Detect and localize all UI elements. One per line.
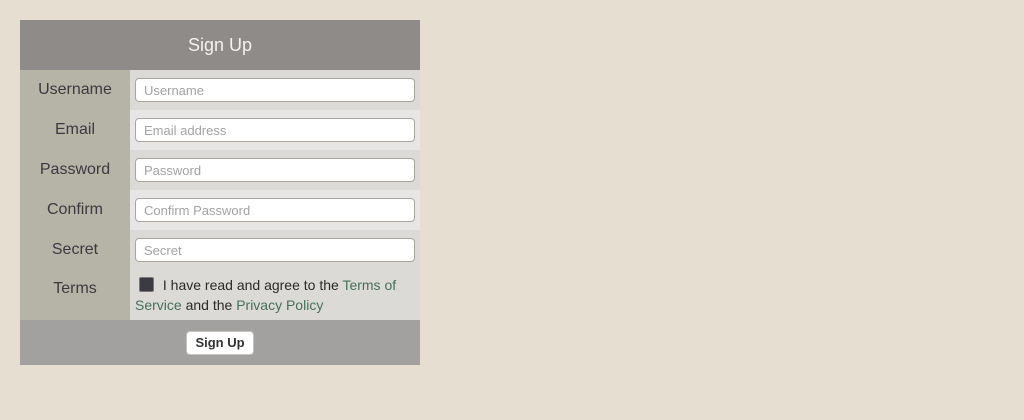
username-label: Username (20, 70, 130, 110)
password-label: Password (20, 150, 130, 190)
form-title: Sign Up (187, 34, 253, 55)
confirm-label: Confirm (20, 190, 130, 230)
form-header: Sign Up (20, 20, 420, 70)
username-row: Username (20, 70, 420, 110)
terms-label: Terms (20, 270, 130, 320)
terms-text-middle: and the (181, 297, 237, 313)
confirm-row: Confirm (20, 190, 420, 230)
terms-cell: I have read and agree to the Terms of Se… (130, 270, 420, 320)
email-cell (130, 110, 420, 150)
terms-text-before: I have read and agree to the (159, 277, 343, 293)
password-input[interactable] (135, 158, 415, 182)
form-footer: Sign Up (20, 320, 420, 365)
password-cell (130, 150, 420, 190)
confirm-cell (130, 190, 420, 230)
password-row: Password (20, 150, 420, 190)
secret-input[interactable] (135, 238, 415, 262)
privacy-policy-link[interactable]: Privacy Policy (236, 297, 323, 313)
terms-row: Terms I have read and agree to the Terms… (20, 270, 420, 320)
email-row: Email (20, 110, 420, 150)
username-cell (130, 70, 420, 110)
sign-up-button[interactable]: Sign Up (186, 330, 254, 355)
email-label: Email (20, 110, 130, 150)
secret-label: Secret (20, 230, 130, 270)
username-input[interactable] (135, 78, 415, 102)
secret-cell (130, 230, 420, 270)
terms-checkbox[interactable] (139, 277, 154, 292)
secret-row: Secret (20, 230, 420, 270)
confirm-password-input[interactable] (135, 198, 415, 222)
email-input[interactable] (135, 118, 415, 142)
signup-form: Sign Up Username Email Password Confirm … (20, 20, 420, 365)
